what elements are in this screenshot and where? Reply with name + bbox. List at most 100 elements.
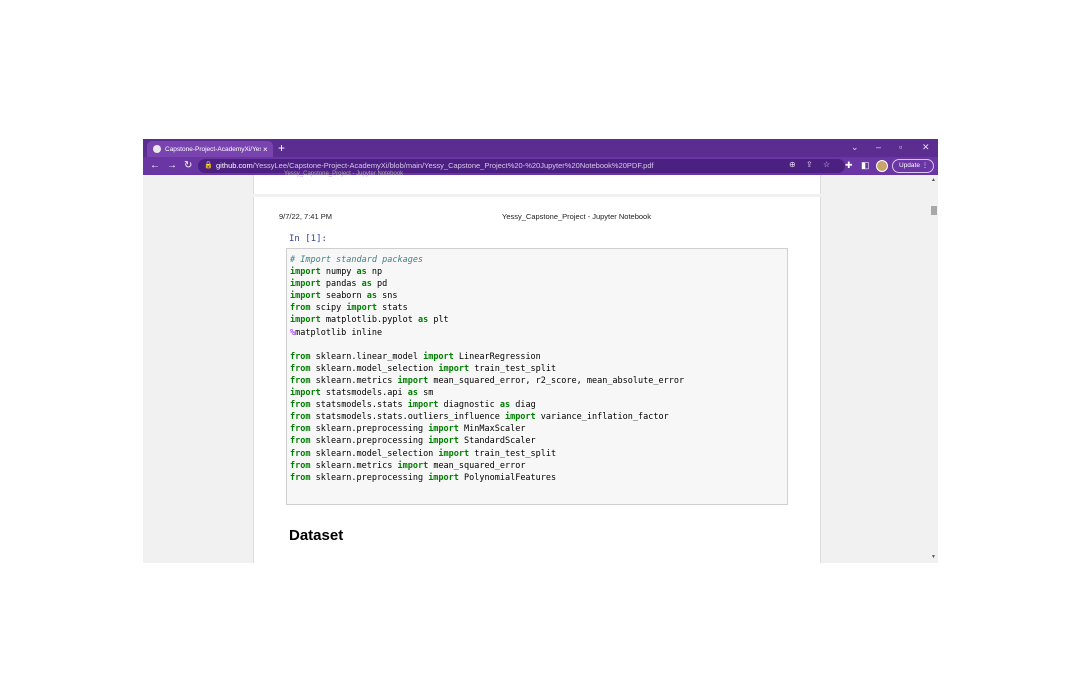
code-token: from	[290, 472, 311, 483]
code-line: import pandas as pd	[290, 278, 684, 290]
section-heading: Dataset	[289, 527, 344, 544]
github-icon	[153, 145, 161, 153]
lock-icon[interactable]: 🔒	[204, 161, 213, 169]
notebook-title: Yessy_Capstone_Project - Jupyter Noteboo…	[502, 212, 651, 221]
bookmark-star-icon[interactable]: ☆	[823, 160, 830, 169]
code-token: mean_squared_error, r2_score, mean_absol…	[428, 375, 685, 386]
code-cell: # Import standard packages import numpy a…	[286, 248, 788, 505]
code-token: import	[438, 448, 470, 459]
restore-icon[interactable]: ▫	[899, 141, 902, 153]
code-token: stats	[377, 303, 408, 314]
close-window-icon[interactable]: ✕	[922, 141, 930, 153]
code-token: import	[397, 460, 429, 471]
tab-title: Capstone-Project-AcademyXi/Yes	[165, 145, 261, 153]
code-token: sns	[377, 291, 398, 302]
code-token: as	[366, 291, 378, 302]
code-line: from sklearn.preprocessing import Standa…	[290, 435, 684, 447]
code-line: from sklearn.preprocessing import Polyno…	[290, 472, 684, 484]
code-line: import statsmodels.api as sm	[290, 387, 684, 399]
url-host: github.com	[216, 161, 253, 170]
code-token: import	[290, 267, 321, 278]
code-token: import	[290, 279, 321, 290]
code-token: sklearn.preprocessing	[310, 472, 429, 483]
forward-arrow-icon[interactable]: →	[167, 160, 177, 172]
code-line: %matplotlib inline	[290, 327, 684, 339]
share-icon[interactable]: ⇪	[806, 160, 813, 169]
code-token: sm	[417, 388, 434, 399]
code-token: scipy	[310, 303, 347, 314]
code-token: import	[428, 424, 459, 435]
scrollbar[interactable]: ▲ ▼	[930, 175, 938, 563]
zoom-icon[interactable]: ⊕	[789, 160, 796, 169]
code-token: as	[417, 315, 429, 326]
side-panel-icon[interactable]: ◧	[861, 160, 870, 171]
code-line: from scipy import stats	[290, 302, 684, 314]
code-token: sklearn.preprocessing	[310, 436, 429, 447]
update-label: Update	[899, 162, 920, 169]
tab-close-icon[interactable]: ×	[263, 145, 268, 154]
extensions-puzzle-icon[interactable]: ✚	[845, 160, 853, 171]
previous-page-header: Yessy_Capstone_Project - Jupyter Noteboo…	[284, 171, 404, 177]
code-block: # Import standard packages import numpy a…	[290, 254, 684, 484]
pdf-page: 9/7/22, 7:41 PM Yessy_Capstone_Project -…	[253, 197, 821, 563]
code-token: statsmodels.stats.outliers_influence	[310, 412, 505, 423]
code-token: import	[290, 291, 321, 302]
code-token: import	[290, 388, 321, 399]
code-line: from statsmodels.stats.outliers_influenc…	[290, 411, 684, 423]
code-token: mean_squared_error	[428, 460, 526, 471]
code-token: diagnostic	[438, 400, 500, 411]
code-token: sklearn.metrics	[310, 460, 398, 471]
code-token: import	[438, 363, 470, 374]
scroll-down-arrow-icon[interactable]: ▼	[931, 554, 936, 560]
code-token: as	[499, 400, 511, 411]
code-token: train_test_split	[469, 363, 557, 374]
code-token: import	[397, 375, 429, 386]
more-menu-icon[interactable]: ⋮	[922, 162, 929, 169]
pdf-viewer[interactable]: Yessy_Capstone_Project - Jupyter Noteboo…	[143, 171, 930, 563]
reload-icon[interactable]: ↻	[184, 160, 192, 172]
tab-active[interactable]: Capstone-Project-AcademyXi/Yes ×	[147, 141, 273, 157]
code-line: # Import standard packages	[290, 254, 684, 266]
scroll-thumb[interactable]	[931, 206, 937, 215]
code-token: sklearn.metrics	[310, 375, 398, 386]
code-token: sklearn.model_selection	[310, 363, 439, 374]
code-token: from	[290, 460, 311, 471]
back-arrow-icon[interactable]: ←	[150, 160, 160, 172]
code-line: import matplotlib.pyplot as plt	[290, 314, 684, 326]
code-token: sklearn.linear_model	[310, 351, 424, 362]
code-token: as	[361, 279, 372, 290]
browser-toolbar: ← → ↻ 🔒 github.com/YessyLee/Capstone-Pro…	[143, 157, 938, 175]
code-token: import	[346, 303, 378, 314]
code-token: from	[290, 375, 311, 386]
url-path: /YessyLee/Capstone-Project-AcademyXi/blo…	[252, 161, 654, 170]
code-token: import	[504, 412, 536, 423]
code-token: import	[428, 472, 459, 483]
code-line: import numpy as np	[290, 266, 684, 278]
scroll-up-arrow-icon[interactable]: ▲	[931, 177, 936, 183]
code-token: as	[356, 267, 367, 278]
code-token: np	[366, 267, 383, 278]
code-line: from sklearn.model_selection import trai…	[290, 448, 684, 460]
browser-window: Capstone-Project-AcademyXi/Yes × + ⌄ – ▫…	[143, 139, 938, 563]
previous-page: Yessy_Capstone_Project - Jupyter Noteboo…	[253, 171, 821, 194]
tab-search-icon[interactable]: ⌄	[851, 141, 859, 153]
code-token: import	[428, 436, 459, 447]
code-line: from sklearn.metrics import mean_squared…	[290, 460, 684, 472]
code-token: numpy	[320, 267, 357, 278]
code-token: diag	[510, 400, 536, 411]
print-date: 9/7/22, 7:41 PM	[279, 212, 332, 221]
minimize-icon[interactable]: –	[876, 141, 881, 153]
new-tab-button[interactable]: +	[278, 141, 285, 155]
profile-avatar[interactable]	[876, 160, 888, 172]
code-token: MinMaxScaler	[458, 424, 526, 435]
code-token: LinearRegression	[453, 351, 541, 362]
update-button[interactable]: Update ⋮	[892, 159, 934, 173]
code-token: as	[407, 388, 418, 399]
code-token: statsmodels.api	[320, 388, 408, 399]
code-token: plt	[428, 315, 449, 326]
code-token: seaborn	[320, 291, 367, 302]
code-line: from sklearn.model_selection import trai…	[290, 363, 684, 375]
code-token: from	[290, 351, 311, 362]
code-token: from	[290, 448, 311, 459]
code-token: from	[290, 303, 311, 314]
